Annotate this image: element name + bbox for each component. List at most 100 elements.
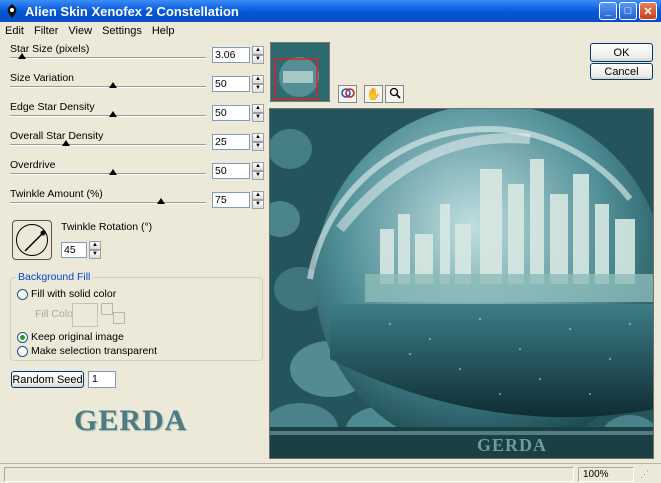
slider-track[interactable] <box>10 173 206 175</box>
radio-button[interactable] <box>17 331 28 343</box>
slider-overall-star-density: Overall Star Density 25 ▲ ▼ <box>10 130 264 158</box>
spinner[interactable]: ▲ ▼ <box>252 104 264 122</box>
slider-value-input[interactable]: 50 <box>212 105 250 121</box>
slider-track[interactable] <box>10 144 206 146</box>
slider-thumb[interactable] <box>156 198 165 204</box>
spin-up-icon[interactable]: ▲ <box>252 162 264 171</box>
slider-track[interactable] <box>10 115 206 117</box>
slider-value-input[interactable]: 50 <box>212 163 250 179</box>
background-fill-group: Background Fill Fill with solid color Fi… <box>10 271 263 361</box>
menu-bar: Edit Filter View Settings Help <box>0 22 661 39</box>
radio-keep-original[interactable]: Keep original image <box>17 331 124 343</box>
slider-label: Edge Star Density <box>10 101 95 113</box>
menu-view[interactable]: View <box>63 25 97 37</box>
radio-make-transparent[interactable]: Make selection transparent <box>17 345 157 357</box>
spin-up-icon[interactable]: ▲ <box>252 75 264 84</box>
slider-value-input[interactable]: 75 <box>212 192 250 208</box>
rotation-dial[interactable] <box>12 220 52 260</box>
radio-label: Keep original image <box>31 331 124 343</box>
close-button[interactable]: ✕ <box>639 2 657 20</box>
status-message <box>4 467 574 482</box>
menu-edit[interactable]: Edit <box>0 25 29 37</box>
radio-fill-solid[interactable]: Fill with solid color <box>17 288 116 300</box>
slider-thumb[interactable] <box>17 53 26 59</box>
preview-canvas[interactable]: GERDA <box>269 108 654 459</box>
menu-help[interactable]: Help <box>147 25 180 37</box>
zoom-level: 100% <box>578 467 634 482</box>
spin-up-icon[interactable]: ▲ <box>252 191 264 200</box>
spin-up-icon[interactable]: ▲ <box>252 133 264 142</box>
slider-track[interactable] <box>10 57 206 59</box>
ok-button[interactable]: OK <box>590 43 653 62</box>
zoom-tool-button[interactable] <box>385 85 404 103</box>
slider-label: Size Variation <box>10 72 75 84</box>
spin-down-icon[interactable]: ▼ <box>252 84 264 93</box>
slider-thumb[interactable] <box>109 82 117 88</box>
spin-down-icon[interactable]: ▼ <box>252 200 264 209</box>
random-seed-button[interactable]: Random Seed <box>11 371 84 388</box>
menu-filter[interactable]: Filter <box>29 25 63 37</box>
app-icon[interactable] <box>4 3 20 19</box>
minimize-button[interactable]: _ <box>599 2 617 20</box>
slider-overdrive: Overdrive 50 ▲ ▼ <box>10 159 264 187</box>
hand-tool-button[interactable]: ✋ <box>364 85 383 103</box>
close-icon: ✕ <box>643 5 653 18</box>
fill-color-swatch[interactable] <box>72 303 98 327</box>
spin-down-icon[interactable]: ▼ <box>252 171 264 180</box>
slider-track[interactable] <box>10 202 206 204</box>
preview-toggle-icon <box>340 87 355 102</box>
radio-label: Make selection transparent <box>31 345 158 357</box>
resize-grip-icon[interactable]: ⋰ <box>640 469 656 481</box>
menu-settings[interactable]: Settings <box>97 25 147 37</box>
slider-track[interactable] <box>10 86 206 88</box>
status-bar: 100% ⋰ <box>0 463 661 483</box>
slider-thumb[interactable] <box>61 140 70 146</box>
preview-toggle-button[interactable] <box>338 85 357 103</box>
minimize-icon: _ <box>604 5 612 17</box>
slider-thumb[interactable] <box>109 111 117 117</box>
window-title: Alien Skin Xenofex 2 Constellation <box>25 3 239 19</box>
radio-label: Fill with solid color <box>31 288 117 300</box>
swatch-small-b <box>113 312 125 324</box>
cancel-button[interactable]: Cancel <box>590 63 653 80</box>
swatch-small-a <box>101 303 113 315</box>
slider-edge-star-density: Edge Star Density 50 ▲ ▼ <box>10 101 264 129</box>
maximize-button[interactable]: □ <box>619 2 637 20</box>
magnifier-icon <box>389 87 401 102</box>
slider-value-input[interactable]: 25 <box>212 134 250 150</box>
maximize-icon: □ <box>624 5 632 17</box>
slider-star-size: Star Size (pixels) 3.06 ▲ ▼ <box>10 43 264 71</box>
slider-label: Overdrive <box>10 159 56 171</box>
slider-label: Twinkle Amount (%) <box>10 188 103 200</box>
random-seed-input[interactable]: 1 <box>88 371 116 388</box>
hand-icon: ✋ <box>366 87 381 101</box>
spin-up-icon[interactable]: ▲ <box>252 46 264 55</box>
spin-down-icon[interactable]: ▼ <box>252 55 264 64</box>
preview-watermark: GERDA <box>477 435 548 455</box>
spin-down-icon[interactable]: ▼ <box>252 113 264 122</box>
dial-needle-icon <box>24 230 46 252</box>
thumbnail-image <box>271 43 329 101</box>
spin-up-icon[interactable]: ▲ <box>252 104 264 113</box>
fill-color-label: Fill Color <box>35 308 77 320</box>
spinner[interactable]: ▲ ▼ <box>252 46 264 64</box>
preview-image <box>270 109 653 458</box>
radio-button[interactable] <box>17 345 28 357</box>
slider-value-input[interactable]: 50 <box>212 76 250 92</box>
group-legend: Background Fill <box>16 271 93 283</box>
spin-down-icon[interactable]: ▼ <box>252 142 264 151</box>
spinner[interactable]: ▲ ▼ <box>252 133 264 151</box>
spinner[interactable]: ▲ ▼ <box>89 241 101 259</box>
slider-label: Overall Star Density <box>10 130 104 142</box>
spinner[interactable]: ▲ ▼ <box>252 75 264 93</box>
radio-button[interactable] <box>17 288 28 300</box>
navigator-thumbnail[interactable] <box>270 42 330 102</box>
twinkle-rotation-input[interactable]: 45 <box>61 242 87 258</box>
slider-value-input[interactable]: 3.06 <box>212 47 250 63</box>
spinner[interactable]: ▲ ▼ <box>252 162 264 180</box>
spinner[interactable]: ▲ ▼ <box>252 191 264 209</box>
slider-thumb[interactable] <box>109 169 117 175</box>
spin-up-icon[interactable]: ▲ <box>89 241 101 250</box>
gerda-watermark: GERDA <box>74 404 188 437</box>
spin-down-icon[interactable]: ▼ <box>89 250 101 259</box>
